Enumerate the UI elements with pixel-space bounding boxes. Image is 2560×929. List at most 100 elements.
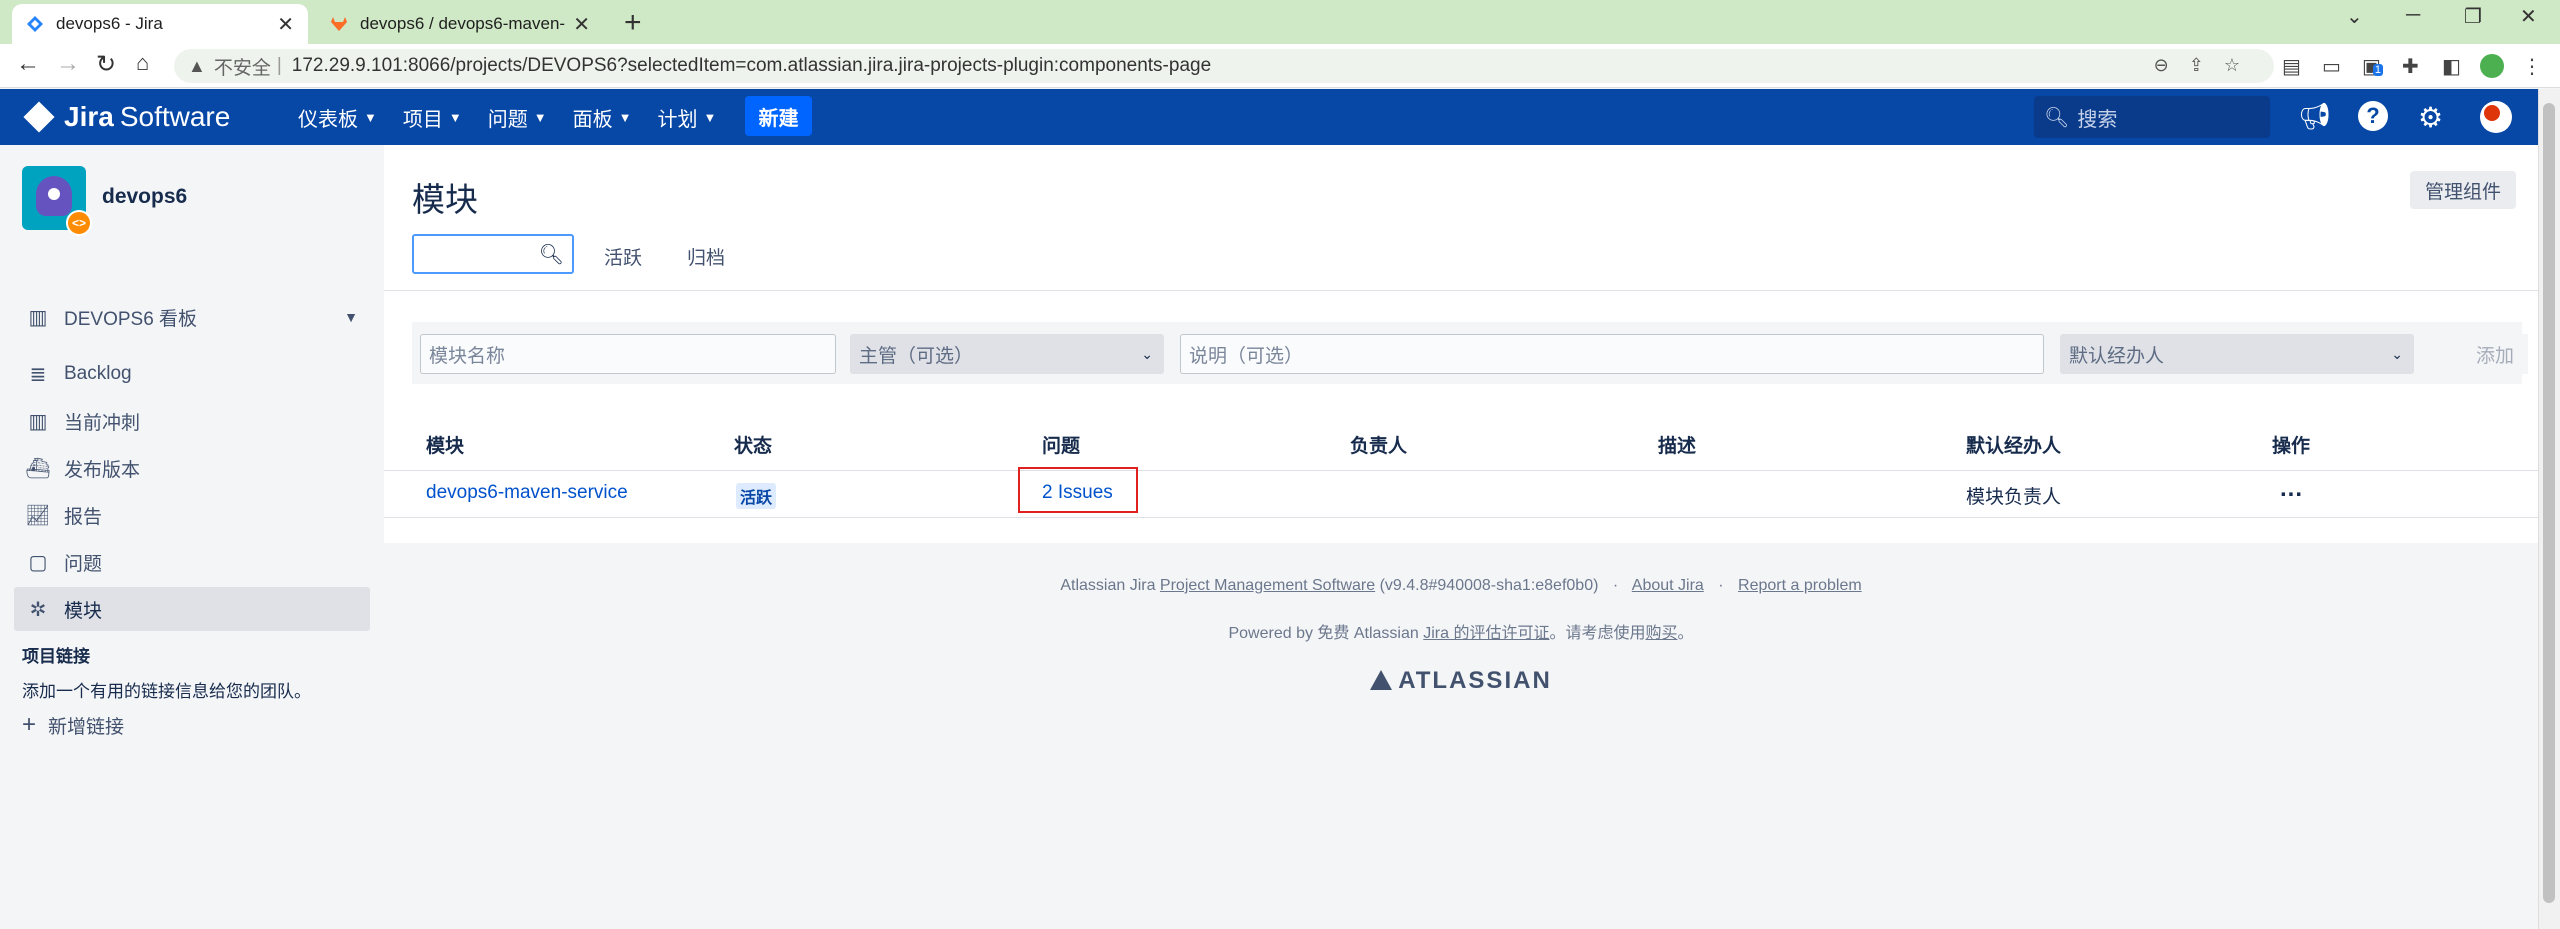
insecure-label: 不安全 bbox=[213, 57, 271, 79]
create-button[interactable]: 新建 bbox=[745, 96, 812, 136]
user-avatar[interactable] bbox=[2480, 101, 2512, 133]
puzzle-icon[interactable]: ✚ bbox=[2402, 54, 2419, 79]
report-problem-link[interactable]: Report a problem bbox=[1738, 577, 1862, 594]
atlassian-logo[interactable]: ATLASSIAN bbox=[384, 667, 2538, 695]
chart-icon: 📈︎ bbox=[25, 504, 51, 527]
filter-tab-active[interactable]: 活跃 bbox=[604, 243, 642, 270]
ship-icon: ⛴︎ bbox=[25, 457, 51, 480]
column-header-issues: 问题 bbox=[1042, 436, 1081, 457]
add-button[interactable]: 添加 bbox=[2462, 334, 2528, 374]
nav-issues[interactable]: 问题 ▼ bbox=[488, 103, 547, 132]
chevron-down-icon[interactable]: ▼ bbox=[344, 309, 358, 325]
extension-badge-icon[interactable]: ▣1 bbox=[2362, 54, 2384, 79]
field-placeholder: 主管（可选） bbox=[859, 345, 974, 367]
warning-icon: ▲ bbox=[188, 55, 206, 76]
browser-tab-gitlab[interactable]: devops6 / devops6-maven-ser ✕ bbox=[316, 4, 604, 44]
address-bar-actions: ⊖⇪☆ bbox=[2154, 55, 2260, 76]
close-window-icon[interactable]: ✕ bbox=[2520, 4, 2537, 29]
sidebar-item-reports[interactable]: 📈︎ 报告 bbox=[14, 493, 370, 537]
sidebar-item-issues[interactable]: ▢ 问题 bbox=[14, 540, 370, 584]
profile-icon[interactable] bbox=[2480, 54, 2504, 78]
description-field[interactable]: 说明（可选） bbox=[1180, 334, 2044, 374]
settings-gear-icon[interactable]: ⚙ bbox=[2418, 101, 2443, 134]
sidebar-item-label: DEVOPS6 看板 bbox=[64, 308, 198, 330]
share-icon[interactable]: ⇪ bbox=[2189, 55, 2224, 75]
lead-select[interactable]: 主管（可选） ⌄ bbox=[850, 334, 1164, 374]
add-link-button[interactable]: + 新增链接 bbox=[22, 711, 124, 739]
nav-label: 项目 bbox=[402, 109, 443, 131]
reading-list-icon[interactable]: ▤ bbox=[2282, 54, 2301, 79]
footer-separator: · bbox=[1718, 577, 1724, 594]
side-panel-icon[interactable]: ◧ bbox=[2442, 54, 2461, 79]
extension-icon[interactable]: ▭ bbox=[2322, 54, 2341, 79]
issues-count-link[interactable]: 2 Issues bbox=[1042, 482, 1113, 504]
default-assignee-cell: 模块负责人 bbox=[1966, 487, 2062, 508]
component-name-field[interactable]: 模块名称 bbox=[420, 334, 836, 374]
bookmark-star-icon[interactable]: ☆ bbox=[2224, 55, 2260, 75]
forward-icon[interactable]: → bbox=[56, 50, 80, 78]
jira-logo[interactable]: Jira Software bbox=[23, 101, 230, 133]
pm-software-link[interactable]: Project Management Software bbox=[1160, 577, 1375, 594]
back-icon[interactable]: ← bbox=[16, 50, 40, 78]
minimize-icon[interactable]: ─ bbox=[2406, 4, 2420, 27]
component-filter-input[interactable]: 🔍︎ bbox=[412, 234, 574, 274]
sidebar-item-label: 模块 bbox=[64, 600, 103, 622]
sidebar-item-backlog[interactable]: ≣ Backlog bbox=[14, 352, 370, 396]
nav-projects[interactable]: 项目 ▼ bbox=[403, 103, 462, 132]
zoom-icon[interactable]: ⊖ bbox=[2154, 55, 2189, 75]
sidebar-item-releases[interactable]: ⛴︎ 发布版本 bbox=[14, 446, 370, 490]
reload-icon[interactable]: ↻ bbox=[96, 50, 116, 79]
column-header-lead: 负责人 bbox=[1350, 436, 1408, 457]
browser-menu-icon[interactable]: ⋮ bbox=[2522, 54, 2542, 79]
project-links-description: 添加一个有用的链接信息给您的团队。 bbox=[22, 682, 311, 701]
nav-label: 计划 bbox=[657, 109, 698, 131]
sidebar-item-active-sprint[interactable]: ▥ 当前冲刺 bbox=[14, 399, 370, 443]
add-component-form: 模块名称 主管（可选） ⌄ 说明（可选） 默认经办人 ⌄ 添加 bbox=[412, 322, 2528, 384]
nav-label: 仪表板 bbox=[298, 109, 358, 131]
tab-search-chevron-icon[interactable]: ⌄ bbox=[2346, 4, 2363, 29]
nav-plans[interactable]: 计划 ▼ bbox=[658, 103, 717, 132]
sidebar-item-label: 发布版本 bbox=[64, 459, 141, 481]
board-icon: ▥ bbox=[28, 306, 48, 329]
restore-icon[interactable]: ❐ bbox=[2464, 4, 2482, 29]
jira-search-input[interactable]: 🔍︎ 搜索 bbox=[2034, 96, 2270, 138]
new-tab-icon[interactable]: + bbox=[624, 6, 642, 40]
footer-text: 。 bbox=[1677, 625, 1694, 642]
help-icon[interactable]: ? bbox=[2358, 101, 2388, 131]
announcement-icon[interactable]: 📢︎ bbox=[2298, 101, 2331, 132]
field-placeholder: 说明（可选） bbox=[1189, 345, 1304, 367]
filter-tab-archived[interactable]: 归档 bbox=[687, 243, 725, 270]
column-header-component[interactable]: 模块 bbox=[426, 431, 464, 458]
nav-dashboards[interactable]: 仪表板 ▼ bbox=[298, 103, 377, 132]
search-icon[interactable]: 🔍︎ bbox=[539, 242, 564, 267]
browser-tab-jira[interactable]: devops6 - Jira ✕ bbox=[12, 4, 308, 44]
default-assignee-select[interactable]: 默认经办人 ⌄ bbox=[2060, 334, 2414, 374]
search-placeholder: 搜索 bbox=[2077, 108, 2118, 131]
address-bar[interactable]: ▲ 不安全 | 172.29.9.101:8066/projects/DEVOP… bbox=[174, 49, 2274, 83]
add-link-label: 新增链接 bbox=[48, 716, 125, 738]
manage-components-button[interactable]: 管理组件 bbox=[2410, 171, 2516, 209]
sidebar-item-board[interactable]: ▥ DEVOPS6 看板 ▼ bbox=[14, 295, 370, 339]
more-actions-icon[interactable]: ... bbox=[2280, 475, 2303, 503]
scrollbar-thumb[interactable] bbox=[2543, 103, 2555, 903]
close-tab-icon[interactable]: ✕ bbox=[573, 12, 590, 37]
component-link[interactable]: devops6-maven-service bbox=[426, 482, 628, 504]
home-icon[interactable]: ⌂ bbox=[136, 50, 149, 76]
page-scrollbar[interactable] bbox=[2538, 89, 2560, 929]
tab-title: devops6 / devops6-maven-ser bbox=[360, 14, 566, 33]
issues-icon: ▢ bbox=[28, 551, 48, 574]
close-tab-icon[interactable]: ✕ bbox=[277, 12, 294, 37]
nav-boards[interactable]: 面板 ▼ bbox=[573, 103, 632, 132]
column-header-description: 描述 bbox=[1658, 436, 1697, 457]
project-sidebar: <> devops6 ▥ DEVOPS6 看板 ▼ ≣ Backlog ▥ 当前… bbox=[0, 145, 384, 929]
logo-text: Jira bbox=[64, 101, 114, 132]
evaluation-license-link[interactable]: Jira 的评估许可证 bbox=[1423, 625, 1549, 642]
project-avatar[interactable]: <> bbox=[22, 166, 92, 236]
sidebar-item-components[interactable]: ✲ 模块 bbox=[14, 587, 370, 631]
project-name[interactable]: devops6 bbox=[102, 185, 187, 209]
about-jira-link[interactable]: About Jira bbox=[1632, 577, 1704, 594]
purchase-link[interactable]: 购买 bbox=[1645, 625, 1677, 642]
jira-logo-icon bbox=[23, 101, 55, 133]
footer-line-2: Powered by 免费 Atlassian Jira 的评估许可证。请考虑使… bbox=[384, 619, 2538, 643]
chevron-down-icon: ⌄ bbox=[1141, 345, 1153, 362]
